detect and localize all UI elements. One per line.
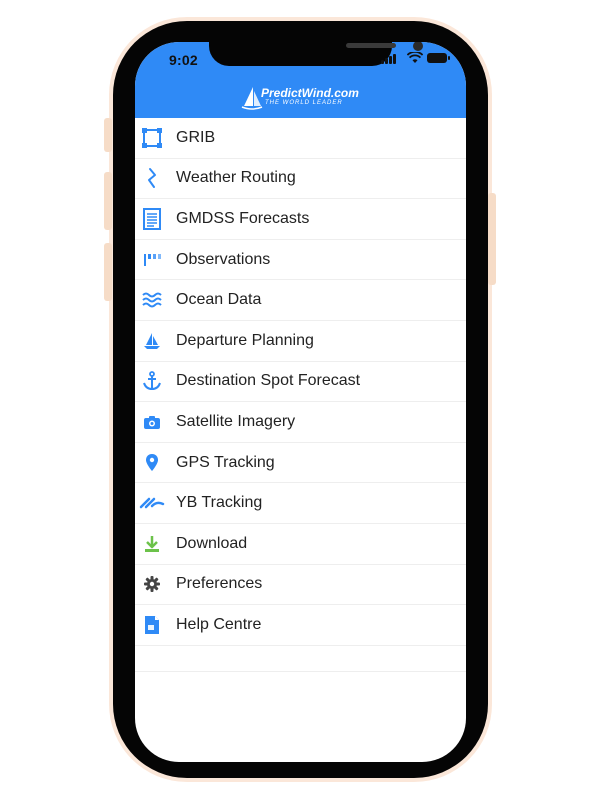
menu-item-destination-spot-forecast[interactable]: Destination Spot Forecast — [135, 362, 466, 403]
menu-item-weather-routing[interactable]: Weather Routing — [135, 159, 466, 200]
routing-icon — [141, 167, 163, 189]
volume-down-button — [104, 243, 112, 301]
status-time: 9:02 — [169, 52, 198, 68]
wind-flag-icon — [141, 249, 163, 271]
yb-logo-icon — [139, 492, 165, 514]
notch — [209, 42, 423, 66]
logo-tagline: THE WORLD LEADER — [265, 100, 343, 106]
phone-screen: 9:02 PredictWind.com THE WORLD LEADER GR… — [135, 42, 466, 762]
camera-icon — [141, 411, 163, 433]
menu-item-label: GPS Tracking — [176, 453, 275, 471]
menu-item-yb-tracking[interactable]: YB Tracking — [135, 483, 466, 524]
menu-item-label: Satellite Imagery — [176, 412, 296, 430]
front-camera — [413, 42, 423, 51]
grib-frame-icon — [141, 127, 163, 149]
battery-icon — [427, 53, 447, 63]
volume-up-button — [104, 172, 112, 230]
menu-item-satellite-imagery[interactable]: Satellite Imagery — [135, 402, 466, 443]
menu-item-label: Ocean Data — [176, 291, 262, 309]
menu-item-label: GMDSS Forecasts — [176, 209, 310, 227]
menu-item-ocean-data[interactable]: Ocean Data — [135, 280, 466, 321]
battery-cap — [448, 56, 450, 60]
menu-item-gmdss-forecasts[interactable]: GMDSS Forecasts — [135, 199, 466, 240]
menu-item-help-centre[interactable]: Help Centre — [135, 605, 466, 646]
menu-item-departure-planning[interactable]: Departure Planning — [135, 321, 466, 362]
menu-item-label: Help Centre — [176, 615, 262, 633]
menu-item-label: YB Tracking — [176, 494, 263, 512]
main-menu: GRIB Weather Routing GMDSS Forecasts Obs… — [135, 118, 466, 672]
gear-icon — [141, 573, 163, 595]
logo-text: PredictWind.com — [261, 86, 359, 100]
menu-item-grib[interactable]: GRIB — [135, 118, 466, 159]
wifi-icon — [407, 52, 423, 63]
map-pin-icon — [141, 452, 163, 474]
anchor-icon — [141, 370, 163, 392]
menu-item-label: Download — [176, 534, 248, 552]
sail-logo-icon — [241, 87, 263, 110]
menu-item-label: Destination Spot Forecast — [176, 372, 361, 390]
help-book-icon — [141, 614, 163, 636]
menu-item-download[interactable]: Download — [135, 524, 466, 565]
menu-item-gps-tracking[interactable]: GPS Tracking — [135, 443, 466, 484]
power-button — [488, 193, 496, 285]
predictwind-logo: PredictWind.com THE WORLD LEADER — [241, 86, 366, 112]
menu-item-label: Departure Planning — [176, 331, 314, 349]
menu-spacer-row — [135, 646, 466, 672]
speaker-grille — [346, 43, 396, 48]
download-icon — [141, 533, 163, 555]
menu-item-observations[interactable]: Observations — [135, 240, 466, 281]
document-icon — [141, 207, 163, 230]
menu-item-label: Weather Routing — [176, 169, 296, 187]
menu-item-label: Preferences — [176, 575, 263, 593]
menu-item-preferences[interactable]: Preferences — [135, 565, 466, 606]
app-header: 9:02 PredictWind.com THE WORLD LEADER — [135, 42, 466, 118]
menu-item-label: GRIB — [176, 128, 216, 146]
waves-icon — [141, 289, 163, 311]
sailboat-icon — [141, 330, 163, 352]
status-icons — [381, 52, 451, 66]
menu-item-label: Observations — [176, 250, 271, 268]
mute-switch — [104, 118, 112, 152]
